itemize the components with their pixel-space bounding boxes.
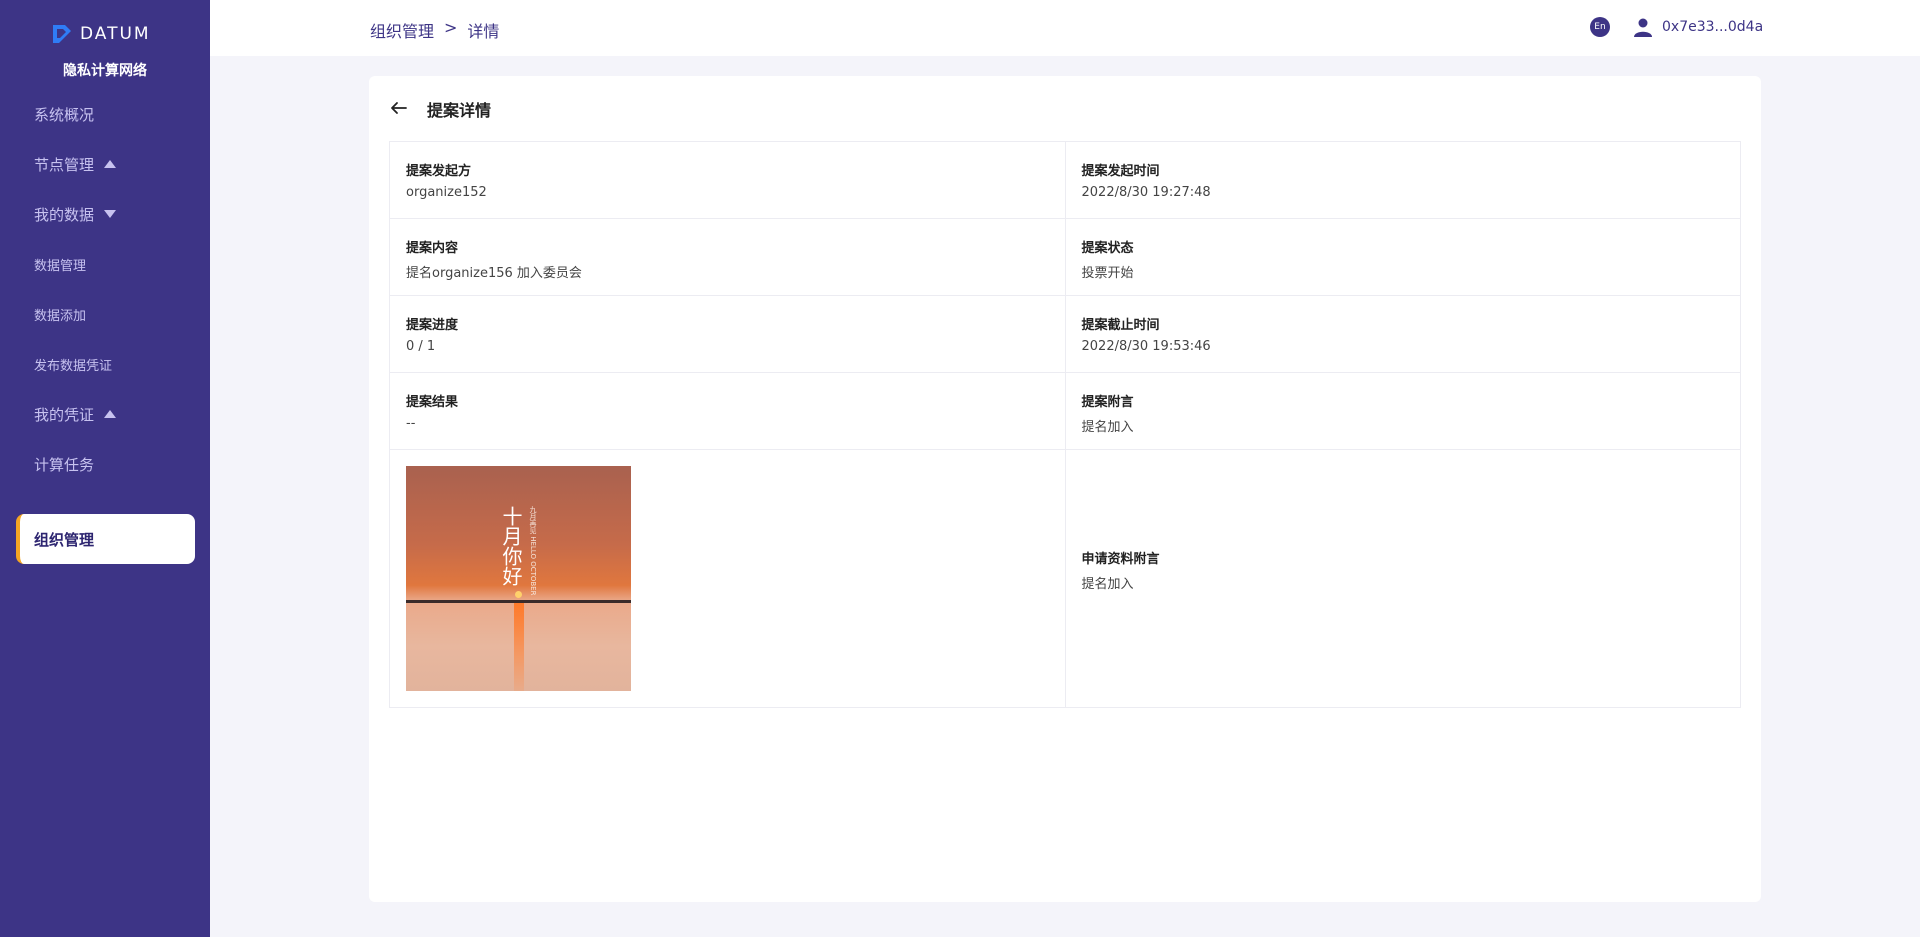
- image-small-caption: 九月再见 HELLO OCTOBER: [529, 506, 537, 596]
- field-label: 提案内容: [406, 241, 459, 256]
- sidebar-item-label: 节点管理: [34, 155, 95, 174]
- page-title: 提案详情: [427, 101, 492, 120]
- brand-subtitle: 隐私计算网络: [63, 63, 147, 79]
- sidebar: DATUM 隐私计算网络 系统概况 节点管理 我的数据 数据管理 数据添加 发布…: [0, 0, 210, 937]
- proposal-detail-card: 提案详情 提案发起方 organize152 提案发起时间 2022/8/30 …: [369, 76, 1761, 902]
- sidebar-item-label: 数据管理: [34, 258, 87, 274]
- field-value: 提名organize156 加入委员会: [406, 266, 582, 281]
- sidebar-item-data-add[interactable]: 数据添加: [16, 289, 195, 339]
- caret-up-icon: [104, 160, 117, 168]
- sidebar-item-label: 组织管理: [34, 530, 95, 549]
- sidebar-item-overview[interactable]: 系统概况: [16, 89, 195, 139]
- field-progress: 提案进度 0 / 1: [390, 296, 1066, 373]
- language-toggle[interactable]: En: [1590, 17, 1610, 37]
- field-value: organize152: [406, 185, 487, 200]
- field-content: 提案内容 提名organize156 加入委员会: [390, 219, 1066, 296]
- detail-row: 提案结果 -- 提案附言 提名加入: [390, 373, 1741, 450]
- sidebar-item-node-management[interactable]: 节点管理: [16, 139, 195, 189]
- back-arrow-icon[interactable]: [389, 98, 409, 118]
- caret-up-icon: [104, 410, 117, 418]
- user-icon[interactable]: [1633, 17, 1653, 37]
- sidebar-item-publish-credential[interactable]: 发布数据凭证: [16, 339, 195, 389]
- top-header: 组织管理 > 详情 En 0x7e33...0d4a: [210, 0, 1920, 56]
- datum-logo-icon: [53, 25, 71, 43]
- field-result: 提案结果 --: [390, 373, 1066, 450]
- field-value: 2022/8/30 19:53:46: [1081, 339, 1211, 354]
- sidebar-item-data-management[interactable]: 数据管理: [16, 239, 195, 289]
- image-sun: [515, 591, 522, 598]
- field-label: 提案进度: [406, 318, 459, 333]
- sidebar-item-my-credentials[interactable]: 我的凭证: [16, 389, 195, 439]
- field-label: 申请资料附言: [1081, 551, 1160, 567]
- field-value: 2022/8/30 19:27:48: [1081, 185, 1211, 200]
- detail-row: 提案发起方 organize152 提案发起时间 2022/8/30 19:27…: [390, 142, 1741, 219]
- image-caption: 十月你好: [499, 506, 523, 586]
- breadcrumb-link-organization[interactable]: 组织管理: [370, 18, 434, 42]
- field-value: 投票开始: [1081, 266, 1134, 281]
- field-value: 提名加入: [1081, 576, 1134, 592]
- field-label: 提案附言: [1081, 395, 1134, 410]
- attachment-cell: 十月你好 九月再见 HELLO OCTOBER: [390, 450, 1066, 708]
- field-label: 提案截止时间: [1081, 318, 1160, 333]
- sidebar-item-label: 系统概况: [34, 105, 95, 124]
- detail-table: 提案发起方 organize152 提案发起时间 2022/8/30 19:27…: [389, 141, 1741, 708]
- image-sun-reflection: [514, 603, 524, 691]
- field-value: 0 / 1: [406, 339, 436, 354]
- field-proposer: 提案发起方 organize152: [390, 142, 1066, 219]
- attachment-image[interactable]: 十月你好 九月再见 HELLO OCTOBER: [406, 466, 631, 691]
- sidebar-item-label: 数据添加: [34, 308, 87, 324]
- brand-name: DATUM: [80, 24, 151, 44]
- wallet-address[interactable]: 0x7e33...0d4a: [1662, 19, 1763, 35]
- sidebar-item-label: 我的凭证: [34, 405, 95, 424]
- field-attachment-remark: 申请资料附言 提名加入: [1065, 450, 1741, 708]
- sidebar-item-organization-management[interactable]: 组织管理: [16, 514, 195, 564]
- sidebar-item-label: 发布数据凭证: [34, 358, 113, 374]
- logo[interactable]: DATUM: [50, 22, 151, 46]
- detail-row: 十月你好 九月再见 HELLO OCTOBER 申请资料附言 提名加入: [390, 450, 1741, 708]
- sidebar-item-label: 我的数据: [34, 205, 95, 224]
- field-remark: 提案附言 提名加入: [1065, 373, 1741, 450]
- sidebar-item-my-data[interactable]: 我的数据: [16, 189, 195, 239]
- field-value: --: [406, 416, 416, 431]
- field-deadline: 提案截止时间 2022/8/30 19:53:46: [1065, 296, 1741, 373]
- field-label: 提案状态: [1081, 241, 1134, 256]
- field-label: 提案结果: [406, 395, 459, 410]
- field-value: 提名加入: [1081, 420, 1134, 435]
- sidebar-item-label: 计算任务: [34, 455, 95, 474]
- field-start-time: 提案发起时间 2022/8/30 19:27:48: [1065, 142, 1741, 219]
- field-label: 提案发起时间: [1081, 164, 1160, 179]
- detail-row: 提案进度 0 / 1 提案截止时间 2022/8/30 19:53:46: [390, 296, 1741, 373]
- breadcrumb-current: 详情: [467, 22, 500, 41]
- sidebar-item-compute-tasks[interactable]: 计算任务: [16, 439, 195, 489]
- field-label: 提案发起方: [406, 164, 472, 179]
- breadcrumb: 组织管理 > 详情: [370, 18, 499, 42]
- detail-row: 提案内容 提名organize156 加入委员会 提案状态 投票开始: [390, 219, 1741, 296]
- caret-down-icon: [104, 210, 117, 218]
- breadcrumb-separator: >: [444, 18, 458, 37]
- field-status: 提案状态 投票开始: [1065, 219, 1741, 296]
